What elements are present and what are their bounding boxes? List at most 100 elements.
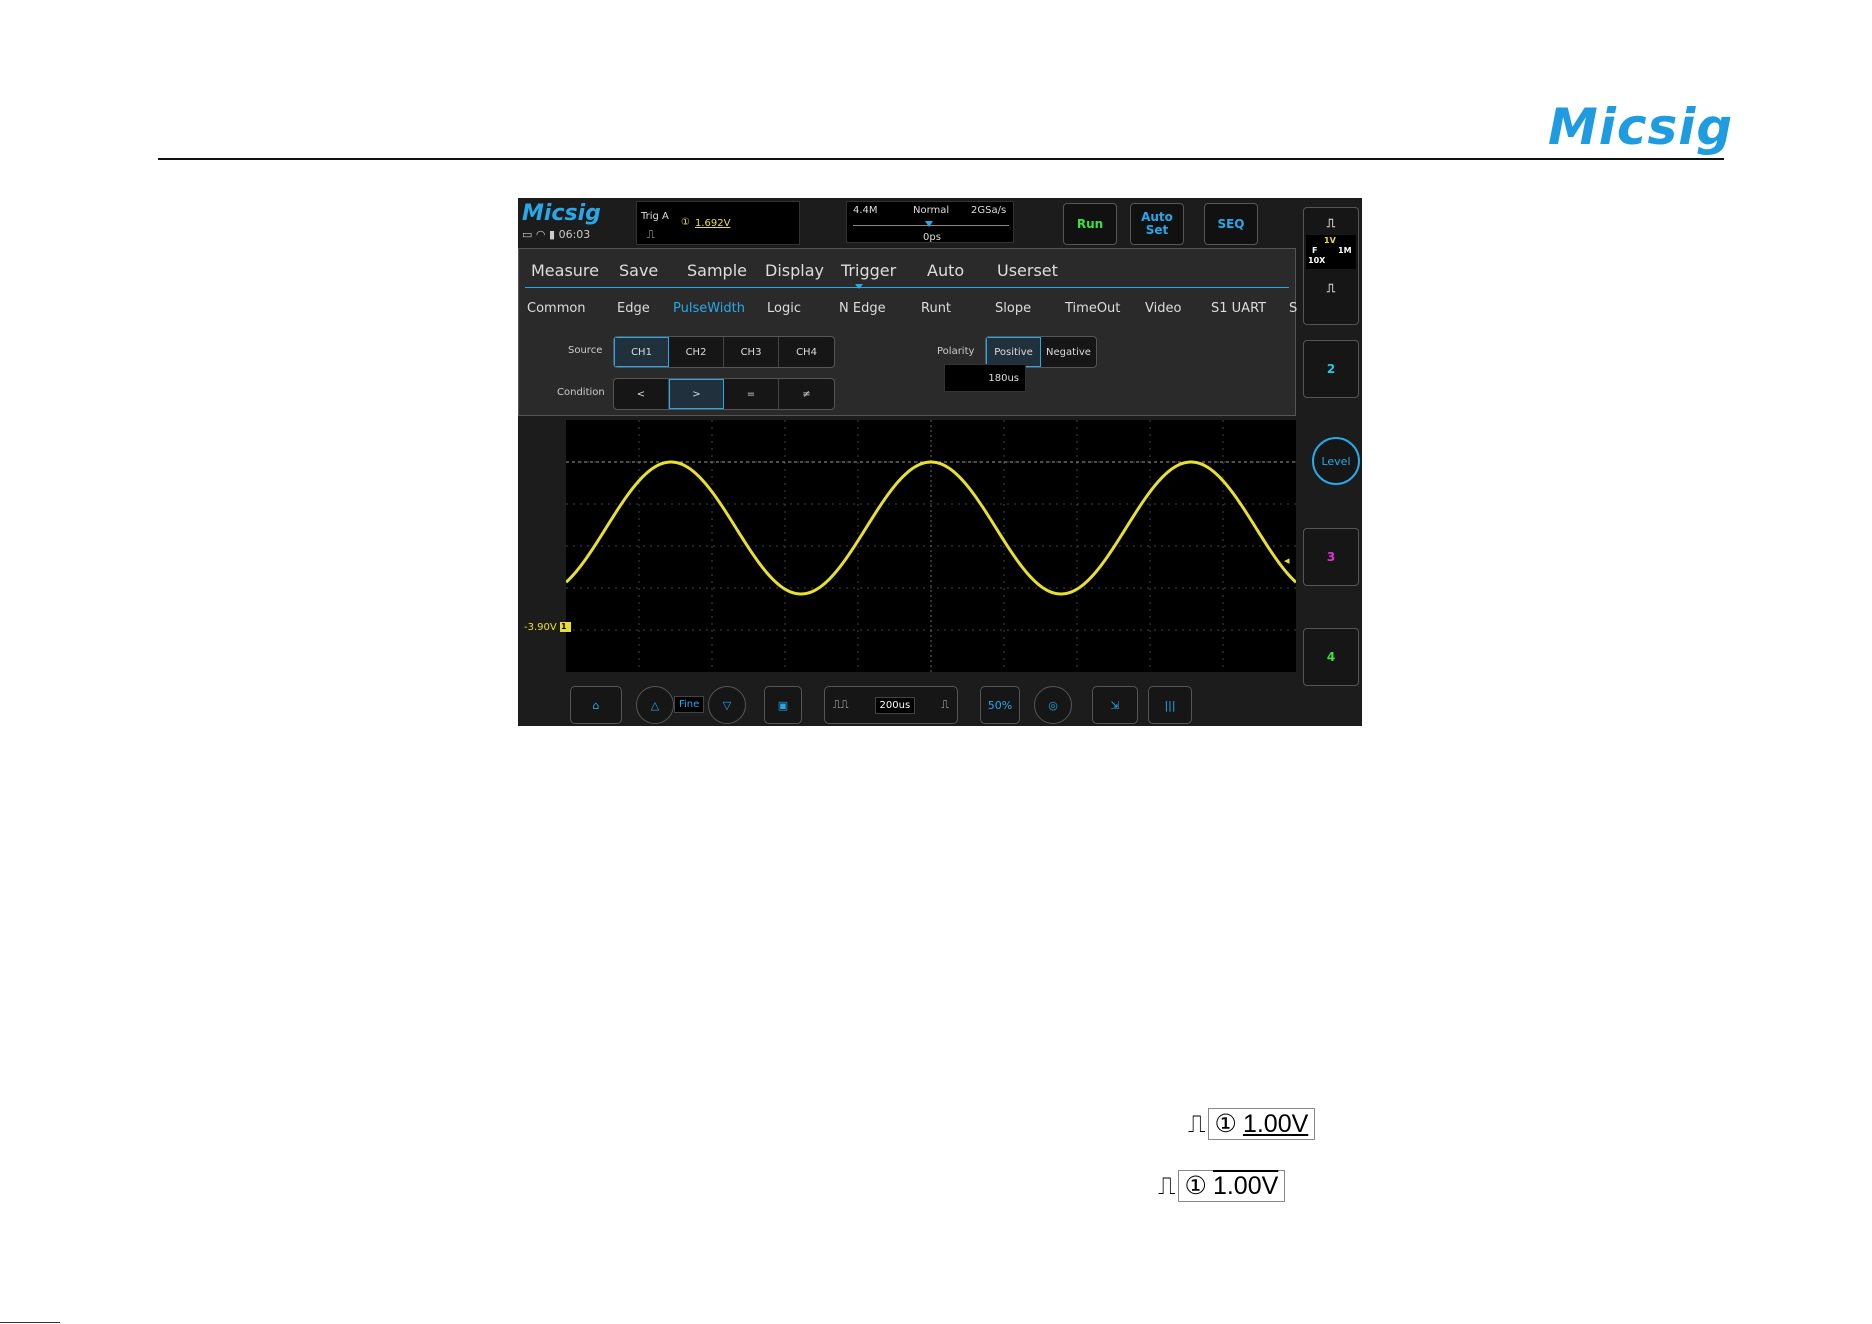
ch1-ground-marker[interactable]: 1 [560,622,571,632]
trigger-type-video[interactable]: Video [1145,301,1181,316]
menu-divider [525,287,1289,288]
trigger-position-marker [925,221,933,227]
source-ch4[interactable]: CH4 [779,337,834,367]
legend-falling-box: ① 1.00V [1177,1170,1286,1202]
menu-sample[interactable]: Sample [687,261,747,280]
monitor-icon: ▭ [522,228,533,241]
condition-selector: < > = ≠ [613,378,835,410]
time-offset: 0ps [923,232,941,243]
status-bar: ▭ ◠ ▮ 06:03 [522,228,590,241]
wifi-icon: ◠ [535,228,546,241]
auto-set-line2: Set [1145,223,1169,237]
save-button[interactable]: ▣ [764,686,802,724]
vertical-scale-control: △ Fine ▽ [636,686,746,724]
source-ch1[interactable]: CH1 [614,337,669,367]
trigger-type-more[interactable]: S [1289,301,1297,316]
timebase-increase-icon[interactable]: ⎍ [941,698,949,712]
scope-logo: Micsig [522,201,601,226]
trigger-type-s1-uart[interactable]: S1 UART [1211,301,1266,316]
cursor-icon: ⇲ [1110,698,1120,712]
trigger-type-pulsewidth[interactable]: PulseWidth [673,301,745,316]
ch1-button[interactable]: ⎍ 1V F 1M 10X ⎍ [1303,207,1359,325]
manual-page: Micsig Micsig ▭ ◠ ▮ 06:03 Trig A ① 1.692… [0,0,1872,1324]
ch1-scale: 1V [1324,236,1336,245]
run-button[interactable]: Run [1063,203,1117,245]
scale-down-button[interactable]: ▽ [708,686,746,724]
pulse-width-input[interactable]: 180us [944,364,1026,392]
trigger-menu-panel: Measure Save Sample Display Trigger Auto… [518,248,1297,416]
scale-up-button[interactable]: △ [636,686,674,724]
waveform-display[interactable] [564,420,1298,672]
legend-falling-level: ⎍ ① 1.00V [1158,1170,1286,1202]
condition-less-than[interactable]: < [614,379,669,409]
polarity-negative[interactable]: Negative [1041,337,1096,367]
source-label: Source [568,345,603,356]
menu-trigger[interactable]: Trigger [841,261,896,280]
zoom-button[interactable]: ◎ [1034,686,1072,724]
trigger-type-timeout[interactable]: TimeOut [1065,301,1120,316]
brand-logo: Micsig [1548,98,1734,156]
source-selector: CH1 CH2 CH3 CH4 [613,336,835,368]
legend-rising-box: ① 1.00V [1207,1108,1316,1140]
trigger-status[interactable]: Trig A ① 1.692V ⎍ [636,201,800,245]
auto-set-button[interactable]: Auto Set [1130,203,1184,245]
trigger-type-logic[interactable]: Logic [767,301,801,316]
ch1-offset-label: -3.90V [524,622,557,633]
menu-active-caret [855,284,863,289]
trigger-type-runt[interactable]: Runt [921,301,951,316]
clock: 06:03 [558,228,591,241]
legend-falling-value: 1.00V [1212,1171,1279,1200]
ch2-button[interactable]: 2 [1303,340,1359,398]
fine-toggle[interactable]: Fine [674,696,705,713]
pulse-icon: ⎍ [647,228,655,241]
timebase-status[interactable]: 4.4M Normal 2GSa/s 0ps [846,201,1014,243]
trigger-type-edge[interactable]: Edge [617,301,650,316]
menu-measure[interactable]: Measure [531,261,599,280]
source-ch3[interactable]: CH3 [724,337,779,367]
menu-save[interactable]: Save [619,261,658,280]
condition-label: Condition [557,387,605,398]
condition-equal[interactable]: = [724,379,779,409]
trigger-mode: Normal [913,205,950,216]
triangle-up-icon: △ [650,698,660,712]
oscilloscope-screen: Micsig ▭ ◠ ▮ 06:03 Trig A ① 1.692V ⎍ 4.4… [518,198,1362,726]
zoom-icon: ◎ [1048,698,1058,712]
condition-greater-than[interactable]: > [669,379,724,409]
pulse-icon: ⎍ [1158,1171,1176,1200]
menu-userset[interactable]: Userset [997,261,1058,280]
polarity-label: Polarity [937,346,975,357]
menu-display[interactable]: Display [765,261,824,280]
menu-auto[interactable]: Auto [927,261,964,280]
timebase-decrease-icon[interactable]: ⎍⎍ [833,698,848,712]
trigger-level: 1.692V [695,218,731,229]
ch1-settings-box: 1V F 1M 10X [1306,235,1356,269]
trigger-channel-mark: ① [681,217,690,228]
source-ch2[interactable]: CH2 [669,337,724,367]
column-button[interactable]: ||| [1148,686,1192,724]
home-button[interactable]: ⌂ [570,686,622,724]
ch1-impedance: 1M [1338,246,1352,255]
cursor-button[interactable]: ⇲ [1092,686,1138,724]
trigger-level-arrow-icon[interactable]: ◂ [1284,554,1290,567]
pulse-icon: ⎍ [1188,1109,1206,1138]
timebase-value[interactable]: 200us [874,696,916,714]
waveform-svg [564,420,1298,672]
trigger-level-knob[interactable]: Level [1312,437,1360,485]
ch3-button[interactable]: 3 [1303,528,1359,586]
memory-depth: 4.4M [853,205,878,216]
trigger-type-slope[interactable]: Slope [995,301,1031,316]
battery-icon: ▮ [549,228,556,241]
legend-falling-channel: ① [1184,1172,1207,1200]
timebase-control: ⎍⎍ 200us ⎍ [824,686,958,724]
sample-rate: 2GSa/s [971,205,1007,216]
condition-not-equal[interactable]: ≠ [779,379,834,409]
trigger-type-n-edge[interactable]: N Edge [839,301,886,316]
polarity-positive[interactable]: Positive [986,337,1041,367]
ch1-probe: 10X [1308,256,1326,265]
columns-icon: ||| [1164,698,1176,712]
trigger-type-common[interactable]: Common [527,301,586,316]
legend-rising-channel: ① [1214,1110,1237,1138]
ch4-button[interactable]: 4 [1303,628,1359,686]
seq-button[interactable]: SEQ [1204,203,1258,245]
fifty-percent-button[interactable]: 50% [980,686,1020,724]
